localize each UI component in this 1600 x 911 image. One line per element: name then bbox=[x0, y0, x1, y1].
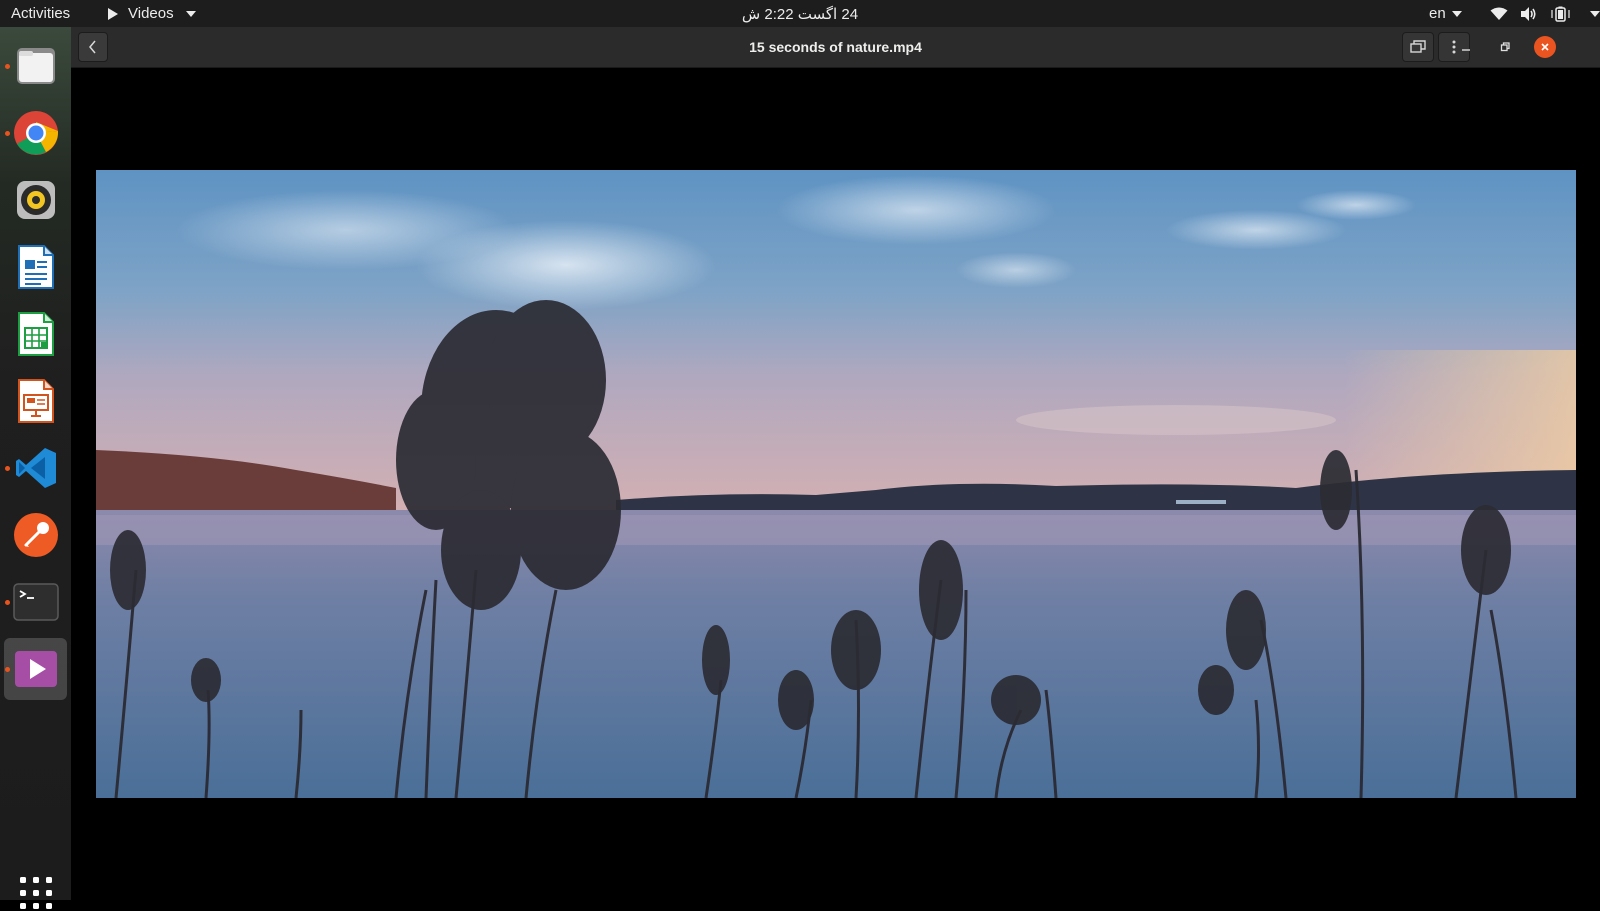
dock-item-files[interactable] bbox=[4, 35, 67, 97]
running-indicator bbox=[5, 64, 10, 69]
dock-item-chrome[interactable] bbox=[4, 102, 67, 164]
wifi-icon bbox=[1490, 7, 1508, 20]
folder-icon bbox=[16, 48, 55, 84]
postman-icon bbox=[13, 513, 58, 557]
battery-icon bbox=[1551, 6, 1570, 22]
fullscreen-icon bbox=[1410, 40, 1426, 53]
language-label: en bbox=[1429, 5, 1446, 22]
running-indicator bbox=[5, 667, 10, 672]
dock-item-impress[interactable] bbox=[4, 370, 67, 432]
video-landscape-image bbox=[96, 170, 1576, 798]
chevron-down-icon bbox=[1451, 10, 1462, 17]
chrome-icon bbox=[13, 111, 58, 155]
fullscreen-button[interactable] bbox=[1402, 32, 1434, 62]
dock-item-terminal[interactable] bbox=[4, 571, 67, 633]
clock[interactable]: 24 اگست 2:22 ش bbox=[0, 0, 1600, 27]
header-bar: 15 seconds of nature.mp4 bbox=[71, 27, 1600, 68]
maximize-button[interactable] bbox=[1494, 36, 1516, 58]
input-language-menu[interactable]: en bbox=[1429, 0, 1462, 27]
running-indicator bbox=[5, 600, 10, 605]
close-icon bbox=[1541, 43, 1549, 51]
window-title: 15 seconds of nature.mp4 bbox=[749, 39, 922, 55]
back-button[interactable] bbox=[78, 32, 108, 62]
chevron-left-icon bbox=[89, 40, 96, 54]
vscode-icon bbox=[15, 448, 56, 488]
volume-icon bbox=[1521, 6, 1536, 21]
dock-item-vscode[interactable] bbox=[4, 437, 67, 499]
chevron-down-icon bbox=[1590, 10, 1600, 17]
clock-label: 24 اگست 2:22 ش bbox=[741, 5, 859, 23]
minimize-icon bbox=[1462, 49, 1470, 51]
calc-spreadsheet-icon bbox=[17, 312, 54, 356]
dock-item-postman[interactable] bbox=[4, 504, 67, 566]
dock-item-writer[interactable] bbox=[4, 236, 67, 298]
minimize-button[interactable] bbox=[1455, 36, 1477, 58]
system-menu[interactable] bbox=[1490, 0, 1600, 27]
grid-icon[interactable] bbox=[18, 875, 54, 911]
video-frame[interactable] bbox=[96, 170, 1576, 798]
running-indicator bbox=[5, 466, 10, 471]
dock-item-videos[interactable] bbox=[4, 638, 67, 700]
dock-item-calc[interactable] bbox=[4, 303, 67, 365]
video-player-icon bbox=[14, 651, 57, 687]
impress-presentation-icon bbox=[17, 379, 54, 423]
dock bbox=[0, 27, 71, 909]
terminal-icon bbox=[12, 583, 59, 621]
speaker-icon bbox=[16, 181, 55, 219]
top-bar: Activities Videos 24 اگست 2:22 ش en bbox=[0, 0, 1600, 27]
dock-item-rhythmbox[interactable] bbox=[4, 169, 67, 231]
restore-icon bbox=[1500, 42, 1510, 52]
writer-document-icon bbox=[17, 245, 54, 289]
close-button[interactable] bbox=[1534, 36, 1556, 58]
running-indicator bbox=[5, 131, 10, 136]
